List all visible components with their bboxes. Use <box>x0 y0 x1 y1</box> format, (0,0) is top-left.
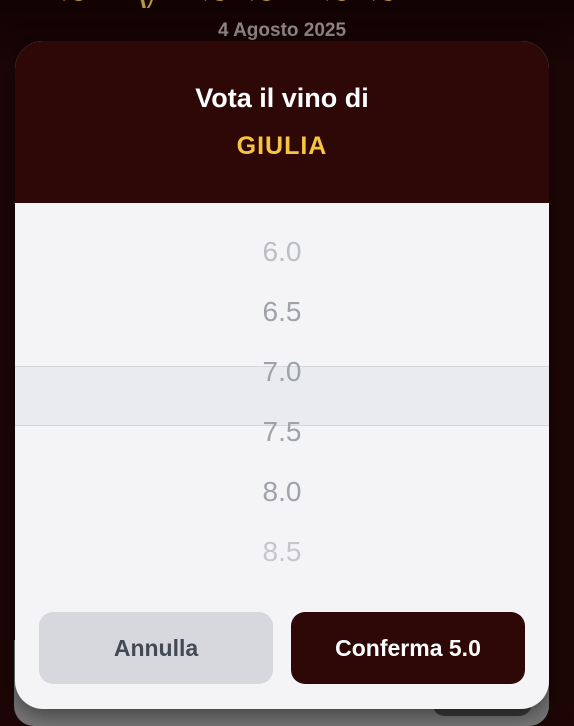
picker-option[interactable]: 6.5 <box>15 296 549 328</box>
participant-name: GIULIA <box>236 132 328 160</box>
picker-option[interactable]: 8.0 <box>15 476 549 508</box>
picker-option[interactable]: 8.5 <box>15 536 549 568</box>
confirm-button[interactable]: Conferma 5.0 <box>291 612 525 684</box>
picker-option-selected[interactable]: 7.0 <box>15 356 549 388</box>
background-script-title: ~ y ~~ ~~ gg ~ <box>60 0 520 8</box>
background-date: 4 Agosto 2025 <box>217 20 347 41</box>
cancel-button[interactable]: Annulla <box>39 612 273 684</box>
picker-option[interactable]: 7.5 <box>15 416 549 448</box>
picker-option[interactable]: 6.0 <box>15 236 549 268</box>
modal-header: Vota il vino di GIULIA <box>15 41 549 203</box>
rating-modal: Vota il vino di GIULIA 6.0 6.5 7.0 7.5 8… <box>15 41 549 709</box>
modal-title: Vota il vino di <box>195 83 369 113</box>
score-picker[interactable]: 6.0 6.5 7.0 7.5 8.0 8.5 <box>15 203 549 593</box>
